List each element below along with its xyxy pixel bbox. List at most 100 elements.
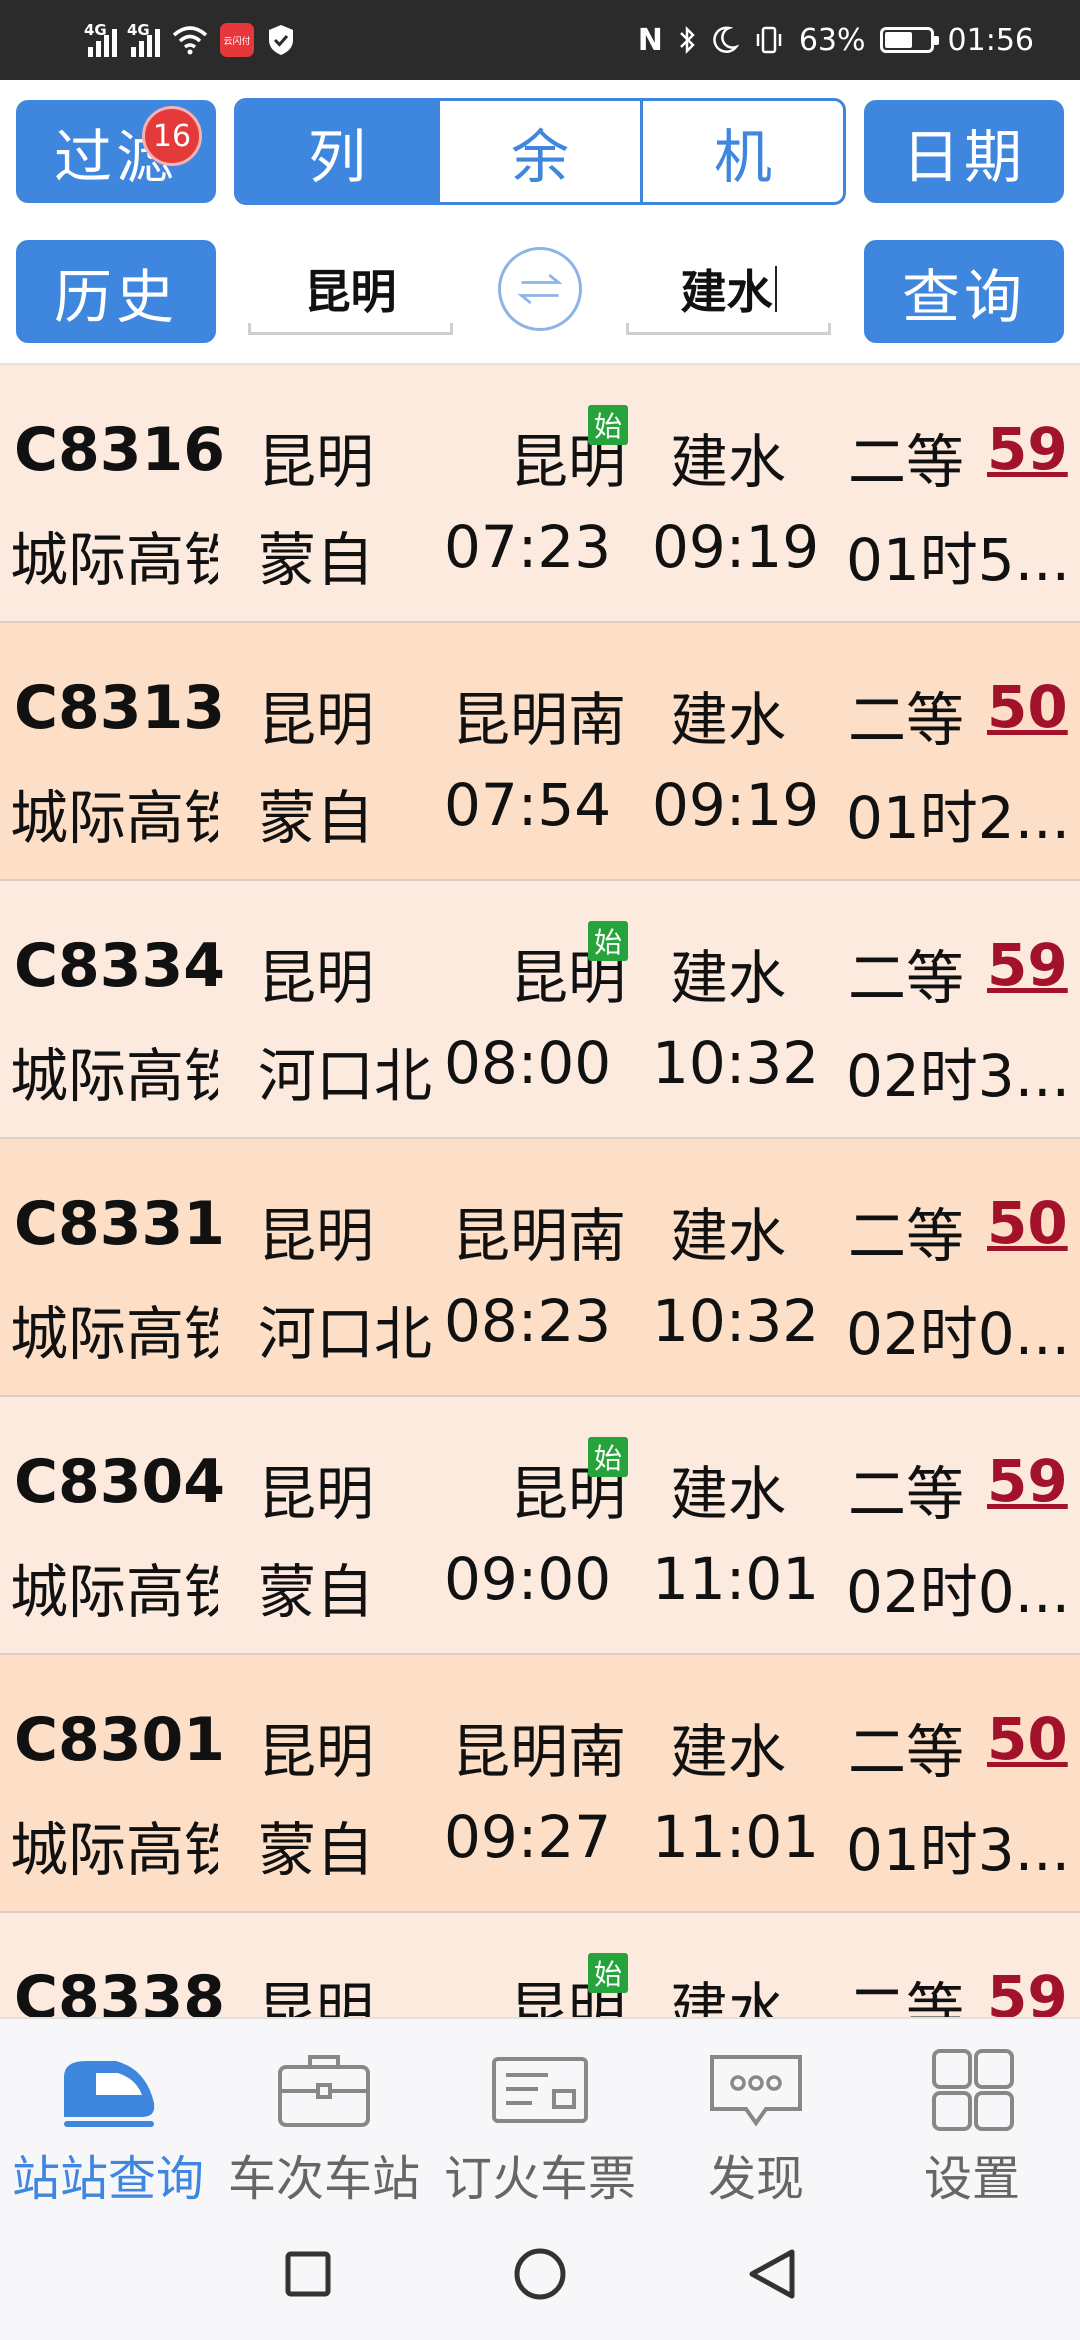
briefcase-icon [278,2055,370,2127]
arrival-station: 建水 [670,686,787,754]
ticket-price-link[interactable]: 50 [987,1189,1068,1257]
terminal-station: 蒙自 [258,1558,375,1626]
ticket-price-link[interactable]: 50 [987,1705,1068,1773]
shield-icon [269,25,293,55]
origin-station: 昆明 [258,1202,375,1270]
battery-percent: 63% [798,22,866,58]
segment-remaining[interactable]: 余 [437,101,640,202]
train-type: 城际高铁 [10,526,218,594]
ticket-price-link[interactable]: 59 [987,1963,1068,2017]
origin-station: 昆明 [258,1976,375,2017]
train-row[interactable]: C8338 昆明 昆明 始 建水 二等 59 [0,1913,1080,2017]
arrival-time: 10:32 [652,1287,820,1355]
departure-time: 07:23 [444,513,612,581]
arrival-station: 建水 [670,1460,787,1528]
origin-station: 昆明 [258,944,375,1012]
train-row[interactable]: C8304 昆明 昆明 始 建水 二等 59 城际高铁 蒙自 09:00 11:… [0,1397,1080,1655]
nfc-icon: N [637,22,663,58]
chat-bubble-icon [710,2055,802,2127]
home-icon[interactable] [480,2207,600,2340]
from-station-input[interactable]: 昆明 [248,245,453,335]
battery-icon [879,27,939,53]
segment-machine[interactable]: 机 [640,101,843,202]
seat-class: 二等 [848,1976,965,2017]
travel-duration: 02时0... [846,1300,1071,1368]
wifi-icon [172,26,208,55]
train-number: C8316 [14,415,226,485]
ticket-price-link[interactable]: 59 [987,1447,1068,1515]
nav-settings[interactable]: 设置 [864,2019,1080,2209]
arrival-time: 09:19 [652,771,820,839]
origin-marker: 始 [588,405,628,445]
train-type: 城际高铁 [10,784,218,852]
train-type: 城际高铁 [10,1558,218,1626]
nav-discover[interactable]: 发现 [648,2019,864,2209]
seat-class: 二等 [848,944,965,1012]
origin-station: 昆明 [258,686,375,754]
swap-stations-icon[interactable] [498,247,582,331]
seat-class: 二等 [848,1202,965,1270]
origin-station: 昆明 [258,1718,375,1786]
seat-class: 二等 [848,428,965,496]
segment-list[interactable]: 列 [237,101,437,202]
nav-station-query[interactable]: 站站查询 [0,2019,216,2209]
departure-time: 09:27 [444,1803,612,1871]
train-type: 城际高铁 [10,1300,218,1368]
origin-marker: 始 [588,1953,628,1993]
seat-class: 二等 [848,686,965,754]
departure-time: 08:23 [444,1287,612,1355]
train-number: C8301 [14,1705,226,1775]
text-caret [774,265,777,312]
nav-label: 车次车站 [227,2151,420,2207]
back-icon[interactable] [712,2207,832,2340]
recent-apps-icon[interactable] [248,2207,368,2340]
nav-label: 发现 [707,2151,804,2207]
filter-button[interactable]: 过滤 16 [16,100,216,203]
to-station-input[interactable]: 建水 [626,245,831,335]
query-button[interactable]: 查询 [864,240,1064,343]
ticket-price-link[interactable]: 59 [987,931,1068,999]
nav-book-ticket[interactable]: 订火车票 [432,2019,648,2209]
filter-count-badge: 16 [142,106,202,166]
nav-label: 站站查询 [11,2151,204,2207]
train-number: C8313 [14,673,226,743]
travel-duration: 01时5... [846,526,1071,594]
date-button[interactable]: 日期 [864,100,1064,203]
train-row[interactable]: C8313 昆明 昆明南 建水 二等 50 城际高铁 蒙自 07:54 09:1… [0,623,1080,881]
status-bar: 4G 4G 云闪付 N 63% 01:56 [0,0,1080,80]
train-row[interactable]: C8316 昆明 昆明 始 建水 二等 59 城际高铁 蒙自 07:23 09:… [0,365,1080,623]
terminal-station: 河口北 [258,1300,433,1368]
seat-class: 二等 [848,1460,965,1528]
arrival-time: 11:01 [652,1545,820,1613]
ticket-price-link[interactable]: 50 [987,673,1068,741]
to-station-value: 建水 [680,264,773,319]
status-left: 4G 4G 云闪付 [84,0,296,80]
departure-station: 昆明南 [451,1202,626,1270]
search-toolbar: 过滤 16 列 余 机 日期 历史 昆明 建水 查询 [0,80,1080,365]
travel-duration: 01时3... [846,1816,1071,1884]
moon-icon [713,26,739,53]
train-list[interactable]: C8316 昆明 昆明 始 建水 二等 59 城际高铁 蒙自 07:23 09:… [0,365,1080,2017]
train-number: C8304 [14,1447,226,1517]
train-type: 城际高铁 [10,1042,218,1110]
origin-marker: 始 [588,921,628,961]
history-button[interactable]: 历史 [16,240,216,343]
arrival-time: 11:01 [652,1803,820,1871]
origin-station: 昆明 [258,1460,375,1528]
ticket-price-link[interactable]: 59 [987,415,1068,483]
train-row[interactable]: C8334 昆明 昆明 始 建水 二等 59 城际高铁 河口北 08:00 10… [0,881,1080,1139]
arrival-station: 建水 [670,1976,787,2017]
arrival-station: 建水 [670,944,787,1012]
clock: 01:56 [947,22,1034,58]
train-number: C8334 [14,931,226,1001]
signal-2-icon: 4G [127,21,160,57]
origin-marker: 始 [588,1437,628,1477]
seat-class: 二等 [848,1718,965,1786]
nav-train-station[interactable]: 车次车站 [216,2019,432,2209]
view-mode-segmented: 列 余 机 [234,98,846,205]
train-row[interactable]: C8331 昆明 昆明南 建水 二等 50 城际高铁 河口北 08:23 10:… [0,1139,1080,1397]
unionpay-app-icon: 云闪付 [220,23,254,57]
train-row[interactable]: C8301 昆明 昆明南 建水 二等 50 城际高铁 蒙自 09:27 11:0… [0,1655,1080,1913]
battery-level [884,32,913,48]
travel-duration: 01时2... [846,784,1071,852]
